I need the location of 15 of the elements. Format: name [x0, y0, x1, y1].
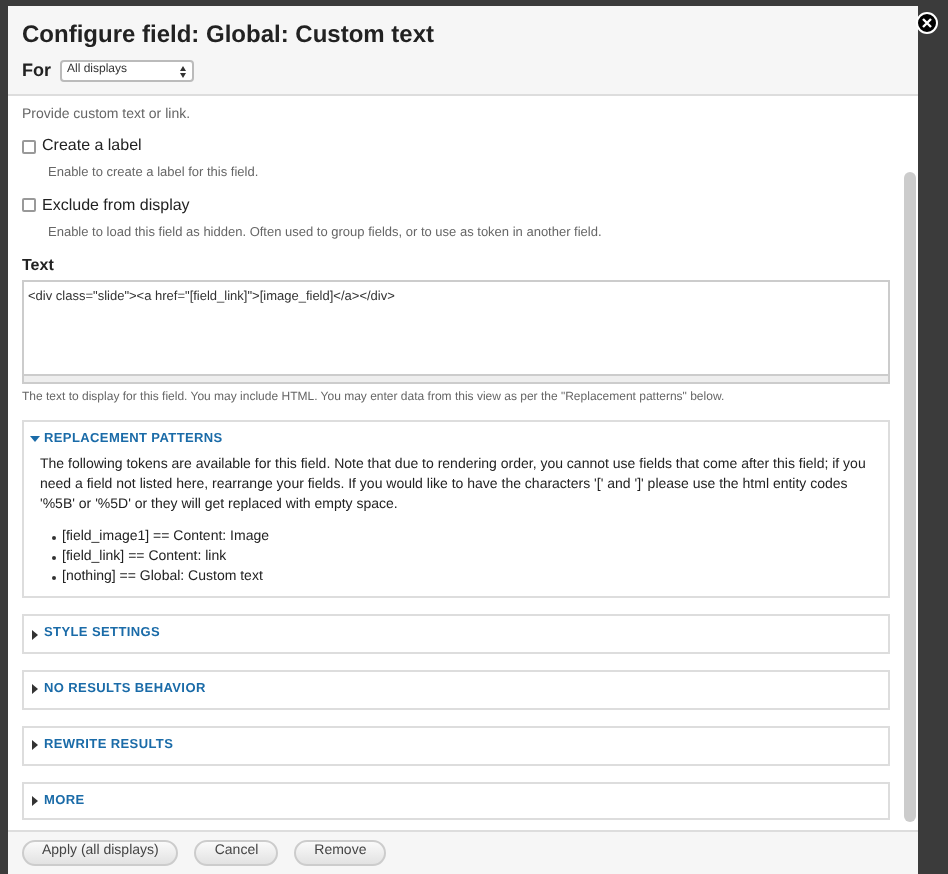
- scrollbar[interactable]: [904, 171, 916, 822]
- checkbox[interactable]: [22, 139, 36, 153]
- caret-right-icon: [30, 684, 40, 695]
- caret-right-icon: [30, 795, 40, 806]
- text-label: Text: [22, 253, 56, 277]
- checkbox-label: Exclude from display: [42, 193, 190, 218]
- checkbox-label: Create a label: [42, 134, 142, 158]
- updown-icon: [179, 65, 185, 78]
- caret-right-icon: [30, 629, 40, 640]
- close-icon[interactable]: [916, 12, 938, 34]
- caret-down-icon: [30, 433, 40, 444]
- checkbox[interactable]: [22, 198, 36, 213]
- dialog-title: Configure field: Global: Custom text: [22, 18, 436, 52]
- caret-right-icon: [30, 740, 40, 751]
- for-label: For: [22, 58, 51, 84]
